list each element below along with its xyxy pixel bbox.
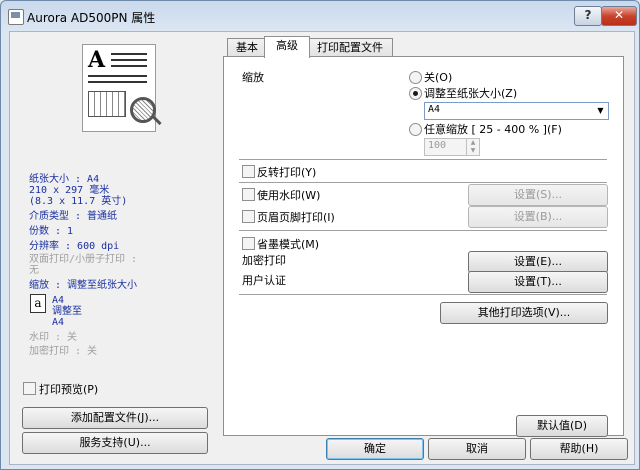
- info-media-type: 介质类型 : 普通纸: [29, 211, 118, 222]
- printer-properties-window: Aurora AD500PN 属性 ? ✕ A 纸张大小 : A4 210 x …: [0, 0, 640, 470]
- dialog-client-area: A 纸张大小 : A4 210 x 297 毫米 (8.3 x 11.7 英寸)…: [9, 31, 635, 465]
- info-paper-size: 纸张大小 : A4: [29, 174, 100, 185]
- user-auth-settings-button[interactable]: 设置(T)...: [468, 271, 608, 293]
- scaling-free-label[interactable]: 任意缩放 [ 25 - 400 % ](F): [424, 121, 562, 137]
- scaling-label: 缩放: [242, 71, 264, 84]
- support-button[interactable]: 服务支持(U)...: [22, 432, 208, 454]
- scaling-fit-radio[interactable]: [409, 87, 422, 100]
- toner-save-label[interactable]: 省墨模式(M): [257, 236, 319, 252]
- scaling-free-radio[interactable]: [409, 123, 422, 136]
- scaling-off-radio[interactable]: [409, 71, 422, 84]
- preview-table-graphic: [88, 91, 126, 117]
- scaling-off-label[interactable]: 关(O): [424, 69, 452, 85]
- watermark-settings-button[interactable]: 设置(S)...: [468, 184, 608, 206]
- title-help-button[interactable]: ?: [574, 6, 602, 26]
- chevron-down-icon[interactable]: ▼: [593, 103, 608, 119]
- title-bar[interactable]: Aurora AD500PN 属性 ? ✕: [1, 1, 639, 31]
- secure-print-label: 加密打印: [242, 254, 286, 267]
- header-footer-settings-button[interactable]: 设置(B)...: [468, 206, 608, 228]
- info-secure-print: 加密打印 : 关: [29, 346, 98, 357]
- info-scaling: 缩放 : 调整至纸张大小: [29, 280, 138, 291]
- page-preview-image: A: [82, 44, 162, 132]
- ok-button[interactable]: 确定: [326, 438, 424, 460]
- default-values-button[interactable]: 默认值(D): [516, 415, 608, 437]
- fit-paper-size-value: A4: [428, 104, 441, 115]
- header-footer-checkbox[interactable]: [242, 210, 255, 223]
- cancel-button[interactable]: 取消: [428, 438, 526, 460]
- scaling-fit-label[interactable]: 调整至纸张大小(Z): [424, 85, 517, 101]
- user-auth-label: 用户认证: [242, 274, 286, 287]
- toner-save-checkbox[interactable]: [242, 237, 255, 250]
- other-print-options-button[interactable]: 其他打印选项(V)...: [440, 302, 608, 324]
- header-footer-label[interactable]: 页眉页脚打印(I): [257, 209, 335, 225]
- secure-print-settings-button[interactable]: 设置(E)...: [468, 251, 608, 273]
- mirror-print-checkbox[interactable]: [242, 165, 255, 178]
- scale-page-icon: a: [30, 294, 46, 313]
- tab-basic[interactable]: 基本: [227, 38, 267, 57]
- advanced-tab-panel: 缩放 关(O) 调整至纸张大小(Z) A4 ▼ 任意缩放 [ 25 - 400 …: [223, 56, 624, 437]
- window-title: Aurora AD500PN 属性: [27, 11, 156, 25]
- free-scale-value: 100: [428, 140, 447, 151]
- title-close-button[interactable]: ✕: [601, 6, 637, 26]
- preview-letter-a: A: [88, 47, 106, 73]
- help-button[interactable]: 帮助(H): [530, 438, 628, 460]
- print-preview-label[interactable]: 打印预览(P): [39, 381, 98, 397]
- spinner-arrows-icon[interactable]: ▲ ▼: [466, 139, 479, 155]
- add-profile-button[interactable]: 添加配置文件(J)...: [22, 407, 208, 429]
- mirror-print-label[interactable]: 反转打印(Y): [257, 164, 316, 180]
- info-scale-detail: A4 调整至 A4: [52, 295, 82, 328]
- print-preview-checkbox[interactable]: [23, 382, 36, 395]
- watermark-checkbox[interactable]: [242, 188, 255, 201]
- info-duplex: 双面打印/小册子打印 : 无: [29, 254, 138, 276]
- info-paper-dims: 210 x 297 毫米 (8.3 x 11.7 英寸): [29, 185, 128, 207]
- tab-print-profiles[interactable]: 打印配置文件: [307, 38, 393, 57]
- info-resolution: 分辨率 : 600 dpi: [29, 241, 120, 252]
- info-copies: 份数 : 1: [29, 226, 74, 237]
- free-scale-spinner[interactable]: 100 ▲ ▼: [424, 138, 480, 156]
- magnifier-icon: [130, 97, 156, 123]
- printer-app-icon: [8, 9, 24, 25]
- fit-paper-size-select[interactable]: A4 ▼: [424, 102, 609, 120]
- tab-advanced[interactable]: 高级: [264, 36, 310, 58]
- info-watermark: 水印 : 关: [29, 332, 78, 343]
- watermark-label[interactable]: 使用水印(W): [257, 187, 320, 203]
